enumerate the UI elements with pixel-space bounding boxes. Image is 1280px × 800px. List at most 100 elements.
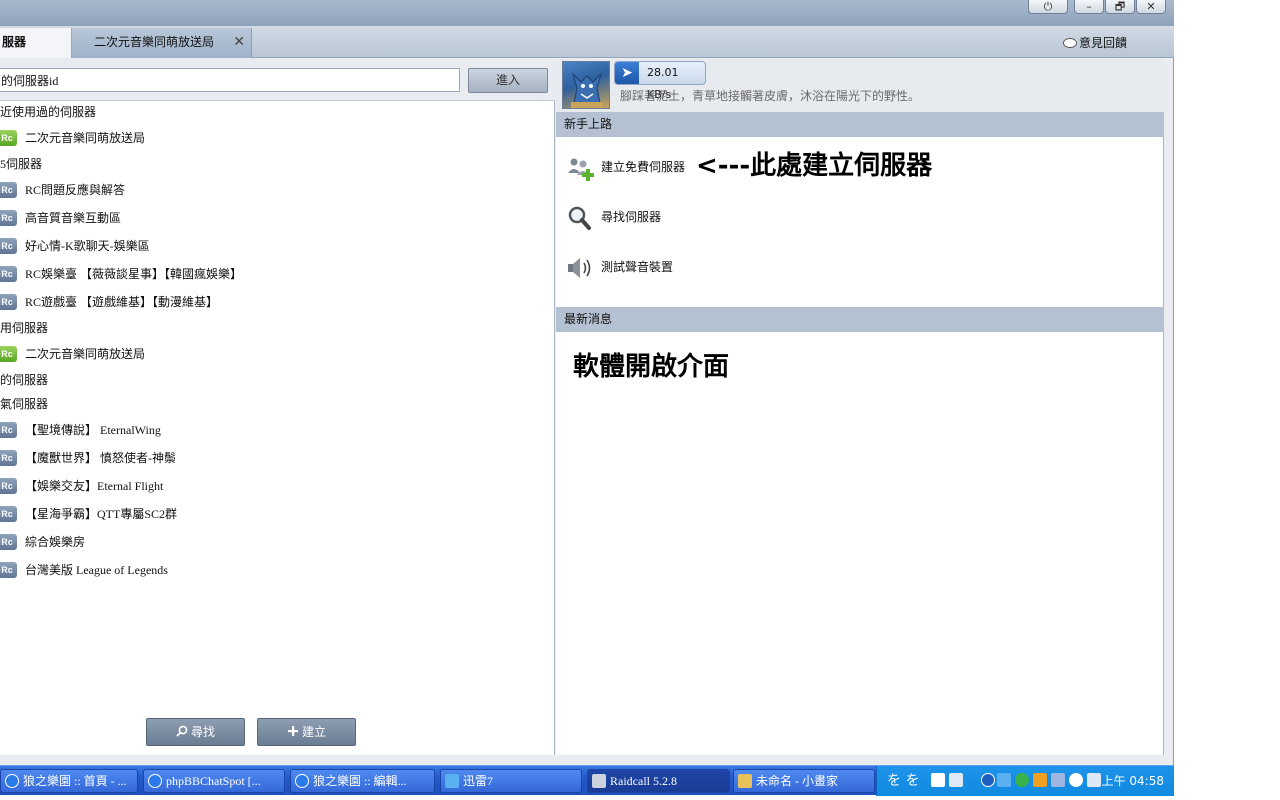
ie-icon xyxy=(5,774,19,788)
rc-badge-icon: Rc xyxy=(0,130,17,146)
taskbar-item-ie-edit[interactable]: 狼之樂園 :: 編輯... xyxy=(290,769,435,793)
getting-started-header: 新手上路 xyxy=(556,112,1164,137)
server-name: 台灣美版 League of Legends xyxy=(25,563,168,577)
rc-badge-icon: Rc xyxy=(0,210,17,226)
create-server-button[interactable]: 建立 xyxy=(257,718,356,746)
taskbar-item-chatspot[interactable]: phpBBChatSpot [... xyxy=(143,769,285,793)
create-free-server-label: 建立免費伺服器 xyxy=(601,160,686,174)
wolf-avatar-icon xyxy=(571,72,603,108)
rc-badge-icon: Rc xyxy=(0,238,17,254)
server-name: 二次元音樂同萌放送局 xyxy=(25,347,146,361)
thunder-icon xyxy=(445,774,459,788)
close-window-button[interactable]: ✕ xyxy=(1136,0,1166,14)
server-name: 好心情-K歌聊天-娛樂區 xyxy=(25,239,150,253)
tray-expand-icon[interactable] xyxy=(981,773,995,787)
section-favorites: 用伺服器 xyxy=(0,321,49,335)
minimize-button[interactable]: – xyxy=(1074,0,1104,14)
add-users-icon xyxy=(568,158,594,181)
feedback-label: 意見回饋 xyxy=(1078,36,1127,50)
task-label: 狼之樂園 :: 首頁 - ... xyxy=(23,774,127,788)
tab-room-label: 二次元音樂同萌放送局 xyxy=(94,35,215,49)
speaker-icon xyxy=(568,258,591,278)
taskbar-item-ie-home[interactable]: 狼之樂園 :: 首頁 - ... xyxy=(0,769,138,793)
clock[interactable]: 上午 04:58 xyxy=(1102,766,1164,796)
ime-mode-icon[interactable] xyxy=(931,773,945,787)
create-server-label: 建立 xyxy=(301,725,326,739)
server-id-input[interactable] xyxy=(0,68,460,92)
paint-icon xyxy=(738,774,752,788)
taskbar: 狼之樂園 :: 首頁 - ... phpBBChatSpot [... 狼之樂園… xyxy=(0,765,1174,796)
task-label: Raidcall 5.2.8 xyxy=(610,774,677,788)
rc-badge-icon: Rc xyxy=(0,562,17,578)
antivirus-icon[interactable] xyxy=(1069,773,1083,787)
home-panel: ➤ 28.01 KB/s 腳踩著泥土，青草地接觸著皮膚，沐浴在陽光下的野性。 新… xyxy=(556,59,1164,755)
paper-plane-icon: ➤ xyxy=(615,62,639,84)
taskbar-item-raidcall[interactable]: Raidcall 5.2.8 xyxy=(587,769,730,793)
speed-indicator: ➤ 28.01 KB/s xyxy=(614,61,706,101)
feedback-link[interactable]: 意見回饋 xyxy=(1062,34,1127,51)
enter-button[interactable]: 進入 xyxy=(468,68,548,93)
raidcall-window: ⏻ – 🗗 ✕ 服器 二次元音樂同萌放送局 ✕ 意見回饋 進入 近使用過的伺 xyxy=(0,0,1174,765)
magnifier-icon xyxy=(568,206,591,230)
section-popular: 氣伺服器 xyxy=(0,397,49,411)
search-server-button[interactable]: 尋找 xyxy=(146,718,245,746)
rc-badge-icon: Rc xyxy=(0,534,17,550)
rc-badge-icon: Rc xyxy=(0,422,17,438)
restore-button[interactable]: 🗗 xyxy=(1105,0,1135,14)
find-server-label: 尋找伺服器 xyxy=(601,210,662,224)
ime-indicator[interactable]: を を xyxy=(887,766,919,796)
server-name: 高音質音樂互動區 xyxy=(25,211,122,225)
search-server-label: 尋找 xyxy=(190,725,215,739)
section-mine: 的伺服器 xyxy=(0,373,49,387)
server-name: 綜合娛樂房 xyxy=(25,535,86,549)
taskbar-item-thunder[interactable]: 迅雷7 xyxy=(440,769,582,793)
task-label: 迅雷7 xyxy=(463,774,494,788)
server-name: 【星海爭霸】QTT專屬SC2群 xyxy=(25,507,178,521)
rc-badge-icon: Rc xyxy=(0,450,17,466)
taskbar-item-paint[interactable]: 未命名 - 小畫家 xyxy=(733,769,875,793)
tab-room[interactable]: 二次元音樂同萌放送局 ✕ xyxy=(72,28,252,58)
server-id-row: 進入 xyxy=(0,59,555,101)
volume-tray-icon[interactable] xyxy=(1087,773,1101,787)
test-audio-label: 測試聲音裝置 xyxy=(601,260,674,274)
rc-badge-icon: Rc xyxy=(0,266,17,282)
server-name: RC遊戲臺 【遊戲維基】【動漫維基】 xyxy=(25,295,219,309)
status-message[interactable]: 腳踩著泥土，青草地接觸著皮膚，沐浴在陽光下的野性。 xyxy=(620,87,920,104)
news-header: 最新消息 xyxy=(556,307,1164,332)
keyboard-icon[interactable] xyxy=(949,773,963,787)
power-button[interactable]: ⏻ xyxy=(1028,0,1068,14)
section-recent: 近使用過的伺服器 xyxy=(0,105,97,119)
task-label: 未命名 - 小畫家 xyxy=(756,774,838,788)
tab-servers[interactable]: 服器 xyxy=(0,28,72,58)
server-name: RC娛樂臺 【薇薇談星事】【韓國瘋娛樂】 xyxy=(25,267,243,281)
network-icon[interactable] xyxy=(1015,773,1029,787)
rc-badge-icon: Rc xyxy=(0,346,17,362)
server-name: 【娛樂交友】Eternal Flight xyxy=(25,479,164,493)
tab-bar: 服器 二次元音樂同萌放送局 ✕ xyxy=(0,26,1174,58)
server-name: 【魔獸世界】 憤怒使者-神鬃 xyxy=(25,451,176,465)
annotation-create-server: <---此處建立伺服器 xyxy=(696,151,933,181)
ie-icon xyxy=(148,774,162,788)
screen: ⏻ – 🗗 ✕ 服器 二次元音樂同萌放送局 ✕ 意見回饋 進入 近使用過的伺 xyxy=(0,0,1280,800)
server-name: 二次元音樂同萌放送局 xyxy=(25,131,146,145)
system-tray: を を 上午 04:58 xyxy=(876,766,1174,796)
annotation-interface: 軟體開啟介面 xyxy=(573,352,730,382)
title-bar[interactable]: ⏻ – 🗗 ✕ xyxy=(0,0,1174,26)
rc-badge-icon: Rc xyxy=(0,506,17,522)
task-label: phpBBChatSpot [... xyxy=(166,774,261,788)
rc-badge-icon: Rc xyxy=(0,478,17,494)
ie-icon xyxy=(295,774,309,788)
search-icon xyxy=(176,725,188,737)
rss-icon[interactable] xyxy=(1033,773,1047,787)
server-name: 【聖境傳說】 EternalWing xyxy=(25,423,161,437)
speech-bubble-icon xyxy=(1062,38,1077,48)
server-name: RC問題反應與解答 xyxy=(25,183,126,197)
plus-icon xyxy=(287,726,298,736)
tab-close-icon[interactable]: ✕ xyxy=(233,28,245,56)
profile-bar: ➤ 28.01 KB/s 腳踩著泥土，青草地接觸著皮膚，沐浴在陽光下的野性。 xyxy=(556,59,1164,112)
chat-tray-icon[interactable] xyxy=(1051,773,1065,787)
thunder-tray-icon[interactable] xyxy=(997,773,1011,787)
raidcall-icon xyxy=(592,774,606,788)
avatar[interactable] xyxy=(562,61,610,109)
section-official: 5伺服器 xyxy=(0,157,43,171)
